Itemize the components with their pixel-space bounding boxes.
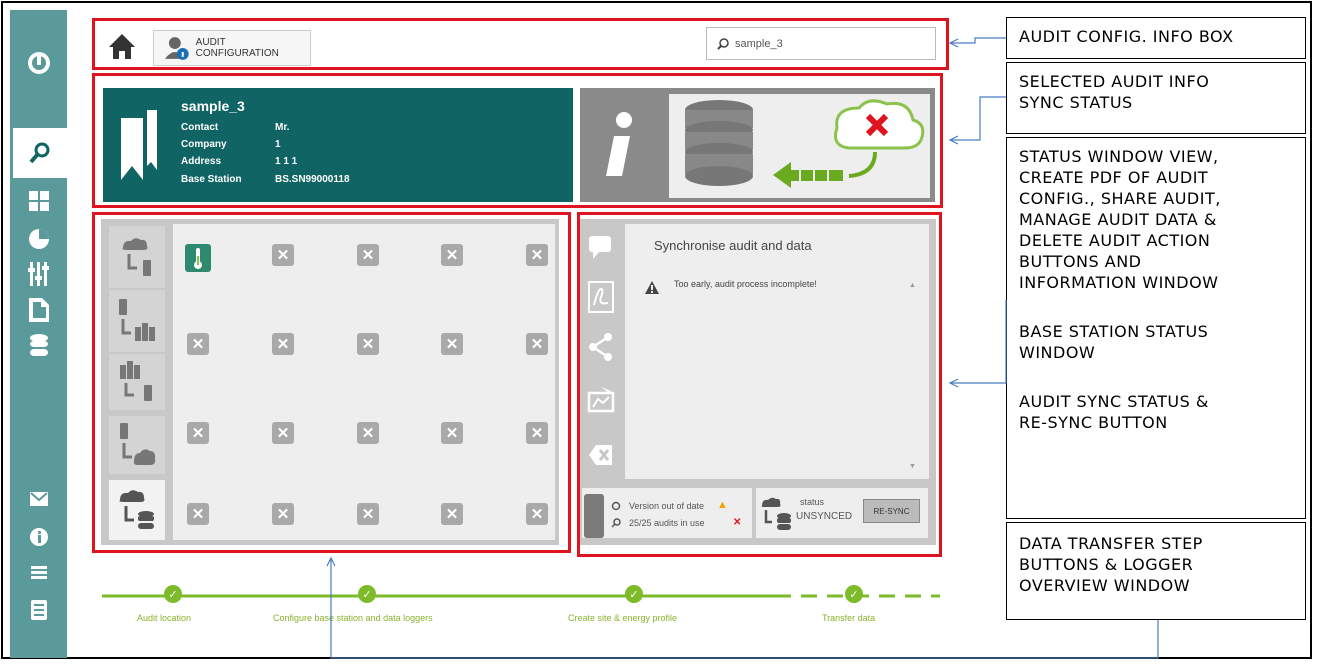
annotation-connectors bbox=[326, 37, 1159, 659]
